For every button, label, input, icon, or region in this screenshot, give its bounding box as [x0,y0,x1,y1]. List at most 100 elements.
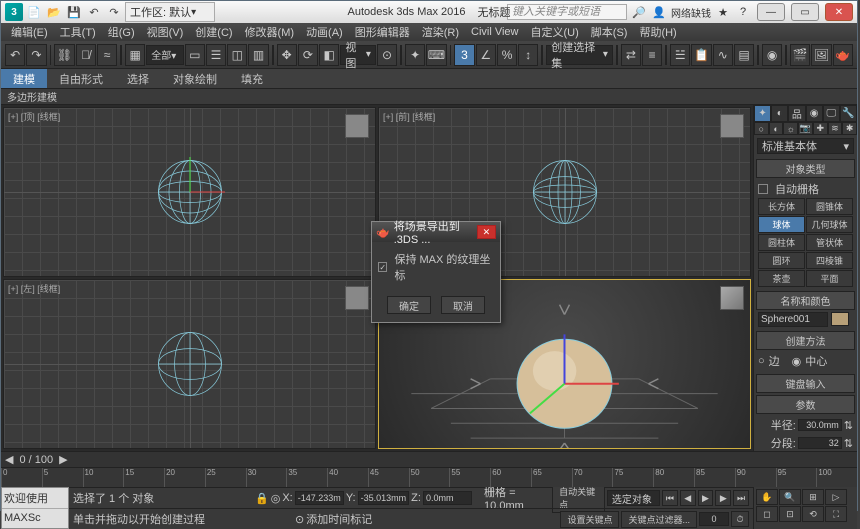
current-frame-input[interactable]: 0 [699,512,729,526]
menu-render[interactable]: 渲染(R) [416,23,465,41]
select-region-icon[interactable]: ◫ [227,44,247,66]
selection-filter-dropdown[interactable]: 全部▾ [146,45,183,65]
key-filter-dropdown[interactable]: 选定对象 [607,490,660,506]
scene-explorer-icon[interactable]: 📋 [691,44,711,66]
select-rotate-icon[interactable]: ⟳ [298,44,318,66]
render-setup-icon[interactable]: 🎬 [790,44,810,66]
time-slider[interactable]: ◀ 0 / 100 ▶ [1,451,857,467]
window-crossing-icon[interactable]: ▥ [248,44,268,66]
time-config-icon[interactable]: ⏱ [731,511,749,527]
shapes-cat-icon[interactable]: ◐ [769,122,784,135]
schematic-view-icon[interactable]: ▤ [734,44,754,66]
menu-modifier[interactable]: 修改器(M) [239,23,301,41]
help-search-input[interactable]: 键入关键字或短语 [507,4,627,20]
object-name-input[interactable]: Sphere001 [758,312,828,327]
prim-cone[interactable]: 圆锥体 [806,198,853,215]
redo-icon[interactable]: ↷ [105,4,123,20]
keyboard-entry-header[interactable]: 键盘输入 [756,374,855,393]
curve-editor-icon[interactable]: ∿ [713,44,733,66]
percent-snap-icon[interactable]: % [497,44,517,66]
spinner-snap-icon[interactable]: ↕ [518,44,538,66]
lights-cat-icon[interactable]: ☼ [783,122,798,135]
spacewarps-cat-icon[interactable]: ≋ [828,122,843,135]
unlink-icon[interactable]: ⛓̸ [76,44,96,66]
ref-coord-dropdown[interactable]: 视图▾ [340,45,376,65]
menu-edit[interactable]: 编辑(E) [5,23,54,41]
info-icon[interactable]: 🔎 [631,4,647,20]
orbit-icon[interactable]: ⟲ [802,506,824,522]
dialog-cancel-button[interactable]: 取消 [441,296,485,314]
use-pivot-icon[interactable]: ⊙ [377,44,397,66]
play-icon[interactable]: ▶ [698,490,714,506]
undo-button[interactable]: ↶ [5,44,25,66]
time-ruler[interactable]: 0510152025303540455055606570758085909510… [1,467,857,487]
menu-help[interactable]: 帮助(H) [633,23,682,41]
bind-space-warp-icon[interactable]: ≈ [97,44,117,66]
prim-torus[interactable]: 圆环 [758,252,805,269]
save-icon[interactable]: 💾 [65,4,83,20]
parameters-header[interactable]: 参数 [756,395,855,414]
maxscript-mini-listener[interactable]: 欢迎使用 MAXSc [1,487,69,529]
dialog-close-button[interactable]: ✕ [477,225,496,239]
segments-spinner[interactable]: 32 [798,437,842,449]
fov-icon[interactable]: ▷ [825,489,847,505]
prim-tube[interactable]: 管状体 [806,234,853,251]
color-swatch[interactable] [831,312,849,326]
ribbon-tab-modeling[interactable]: 建模 [1,69,47,88]
help-icon[interactable]: ? [735,4,751,20]
mirror-icon[interactable]: ⇄ [621,44,641,66]
named-selection-dropdown[interactable]: 创建选择集▾ [546,45,613,65]
minimize-button[interactable]: — [757,3,785,21]
goto-start-icon[interactable]: ⏮ [662,490,678,506]
helpers-cat-icon[interactable]: ✚ [813,122,828,135]
undo-icon[interactable]: ↶ [85,4,103,20]
modify-tab-icon[interactable]: ◐ [771,105,788,122]
menu-civil-view[interactable]: Civil View [465,23,524,41]
radio-center[interactable]: ◉ [792,355,802,368]
zoom-all-icon[interactable]: ⊞ [802,489,824,505]
ribbon-tab-object-paint[interactable]: 对象绘制 [161,69,229,88]
pan-icon[interactable]: ✋ [756,489,778,505]
link-icon[interactable]: ⛓ [54,44,74,66]
menu-animation[interactable]: 动画(A) [300,23,349,41]
object-type-header[interactable]: 对象类型 [756,159,855,178]
menu-tools[interactable]: 工具(T) [54,23,102,41]
selection-filter-icon[interactable]: ▦ [125,44,145,66]
layer-icon[interactable]: ☱ [670,44,690,66]
angle-snap-icon[interactable]: ∠ [476,44,496,66]
goto-end-icon[interactable]: ⏭ [733,490,749,506]
hierarchy-tab-icon[interactable]: 品 [788,105,805,122]
ribbon-tab-freeform[interactable]: 自由形式 [47,69,115,88]
geometry-cat-icon[interactable]: ○ [754,122,769,135]
add-time-tag[interactable]: 添加时间标记 [306,511,372,527]
prim-sphere[interactable]: 球体 [758,216,805,233]
zoom-extents-all-icon[interactable]: ⊡ [779,506,801,522]
menu-group[interactable]: 组(G) [102,23,141,41]
cameras-cat-icon[interactable]: 📷 [798,122,813,135]
keep-texture-coords-checkbox[interactable]: ✓ [378,262,387,272]
systems-cat-icon[interactable]: ✱ [842,122,857,135]
set-key-button[interactable]: 设置关键点 [560,511,619,528]
viewcube-icon[interactable] [345,114,369,138]
open-icon[interactable]: 📂 [45,4,63,20]
select-move-icon[interactable]: ✥ [277,44,297,66]
key-filters-button[interactable]: 关键点过滤器... [621,511,697,528]
dialog-ok-button[interactable]: 确定 [387,296,431,314]
prim-box[interactable]: 长方体 [758,198,805,215]
zoom-extents-icon[interactable]: ◻ [756,506,778,522]
menu-create[interactable]: 创建(C) [189,23,238,41]
prim-teapot[interactable]: 茶壶 [758,270,805,287]
create-category-dropdown[interactable]: 标准基本体▾ [757,138,854,154]
workspace-dropdown[interactable]: 工作区: 默认 ▾ [125,2,215,22]
radio-edge[interactable]: ○ [758,355,765,367]
align-icon[interactable]: ≡ [642,44,662,66]
redo-button[interactable]: ↷ [26,44,46,66]
next-frame-icon[interactable]: ▶ [715,490,731,506]
y-coord-input[interactable]: -35.013mm [358,491,410,505]
maximize-button[interactable]: ▭ [791,3,819,21]
close-button[interactable]: ✕ [825,3,853,21]
select-manipulate-icon[interactable]: ✦ [405,44,425,66]
prim-geosphere[interactable]: 几何球体 [806,216,853,233]
select-by-name-icon[interactable]: ☰ [206,44,226,66]
autogrid-checkbox[interactable] [758,184,768,194]
